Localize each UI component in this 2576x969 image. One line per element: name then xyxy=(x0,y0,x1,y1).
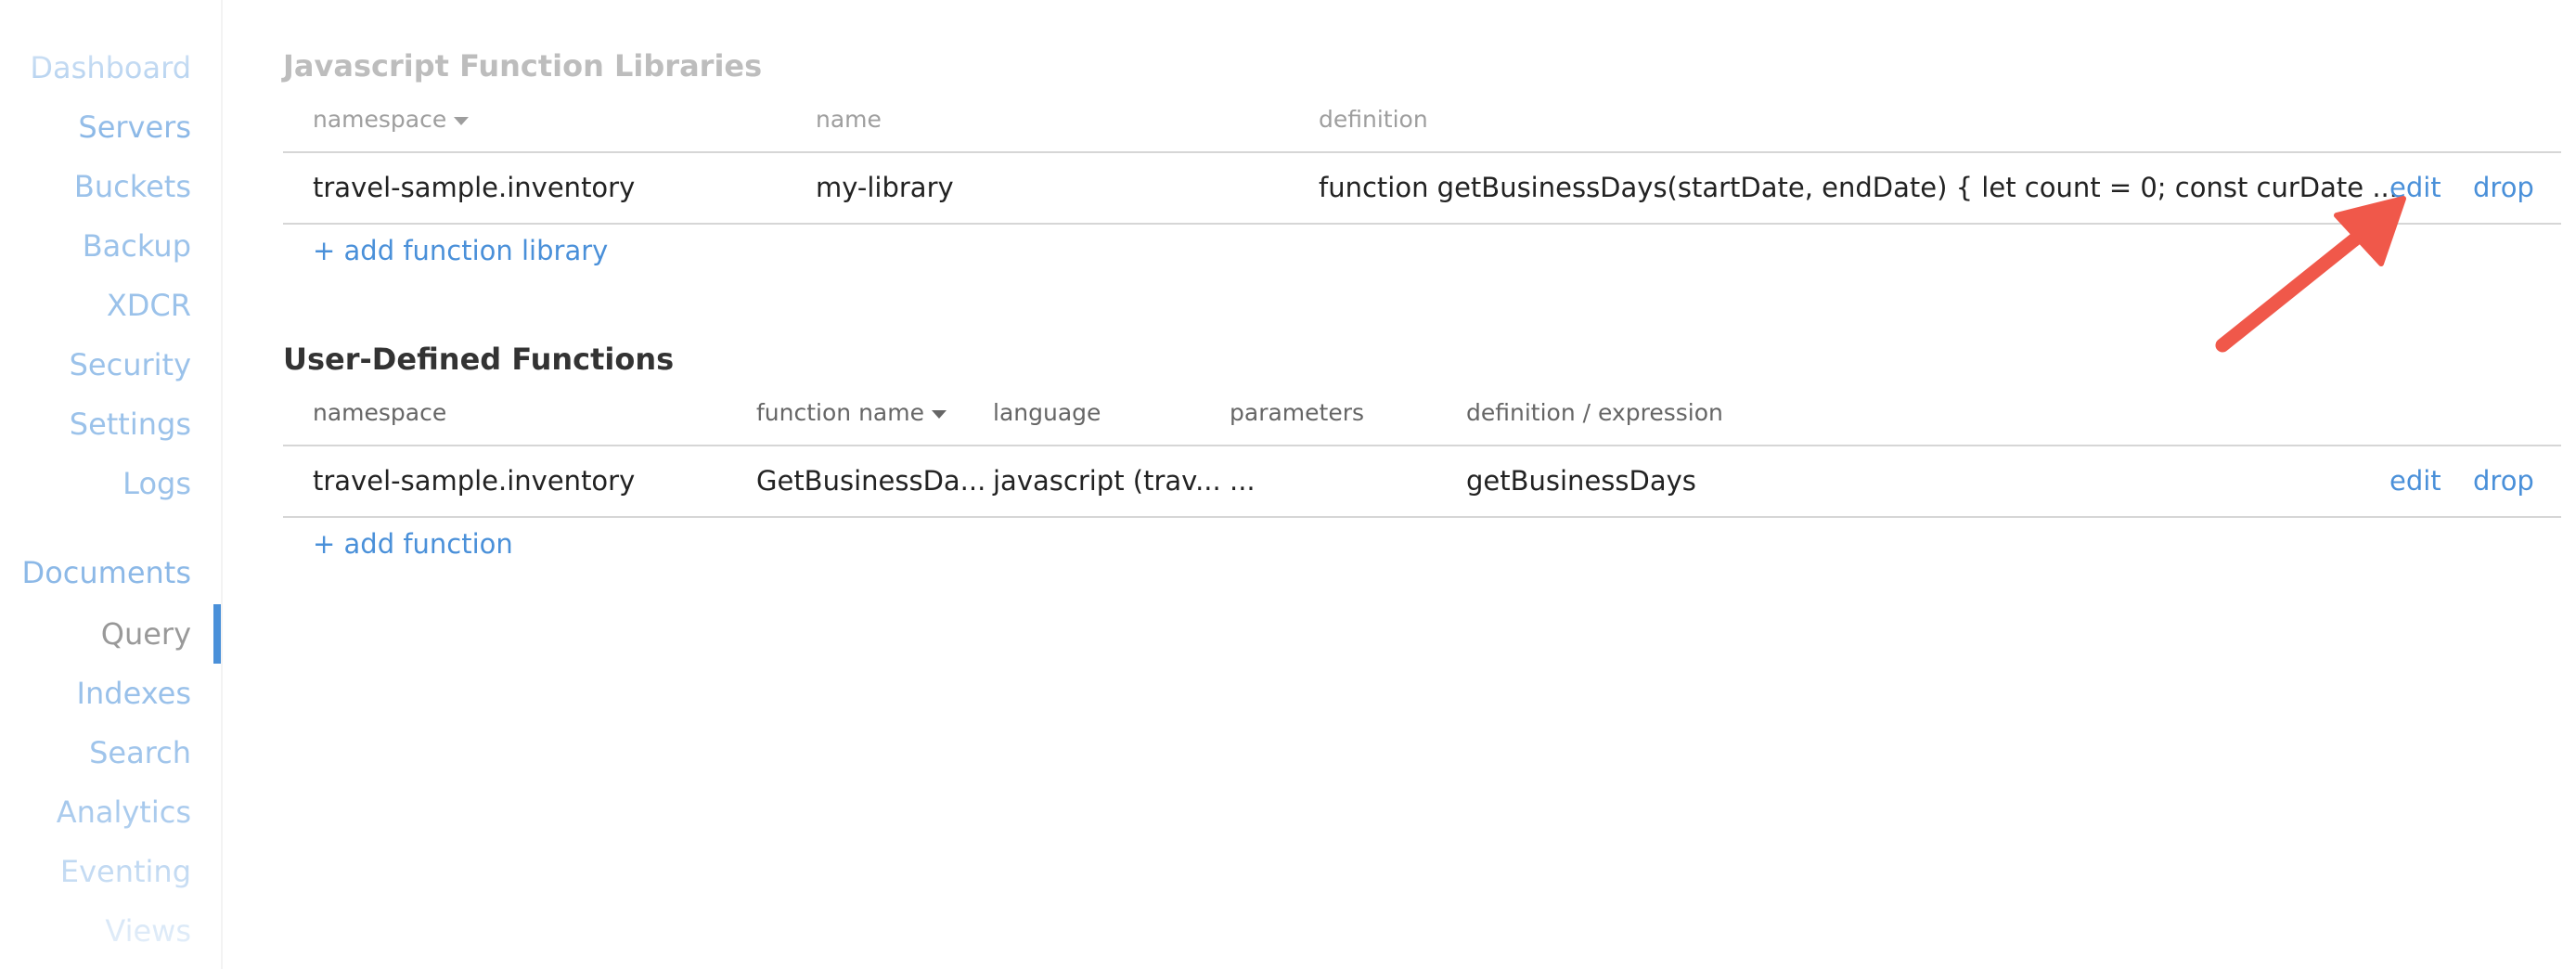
library-name: my-library xyxy=(816,172,954,203)
udf-parameters: ... xyxy=(1230,465,1256,497)
add-function-library-link[interactable]: + add function library xyxy=(313,235,608,266)
libraries-col-definition[interactable]: definition xyxy=(1319,106,1428,133)
edit-library-link[interactable]: edit xyxy=(2389,172,2441,203)
sidebar-item-indexes[interactable]: Indexes xyxy=(77,675,191,712)
sidebar-item-settings[interactable]: Settings xyxy=(70,406,191,443)
sidebar-item-views[interactable]: Views xyxy=(105,912,191,950)
library-namespace: travel-sample.inventory xyxy=(313,172,636,203)
drop-library-link[interactable]: drop xyxy=(2473,172,2534,203)
udf-col-parameters[interactable]: parameters xyxy=(1230,399,1364,426)
sidebar-item-xdcr[interactable]: XDCR xyxy=(107,287,191,324)
udf-function-name: GetBusinessDa... xyxy=(756,465,986,497)
divider xyxy=(283,516,2561,518)
library-definition: function getBusinessDays(startDate, endD… xyxy=(1319,172,2398,203)
edit-udf-link[interactable]: edit xyxy=(2389,465,2441,497)
query-workbench-page: Dashboard Servers Buckets Backup XDCR Se… xyxy=(0,0,2576,969)
sidebar-item-backup[interactable]: Backup xyxy=(83,227,191,265)
drop-udf-link[interactable]: drop xyxy=(2473,465,2534,497)
udf-title: User-Defined Functions xyxy=(283,342,675,377)
divider xyxy=(283,151,2561,153)
col-label: function name xyxy=(756,399,924,426)
udf-namespace: travel-sample.inventory xyxy=(313,465,636,497)
sidebar-item-dashboard[interactable]: Dashboard xyxy=(30,49,191,86)
libraries-title: Javascript Function Libraries xyxy=(283,48,763,84)
sort-caret-icon xyxy=(931,409,947,419)
sidebar-nav: Dashboard Servers Buckets Backup XDCR Se… xyxy=(0,0,223,969)
sidebar-item-logs[interactable]: Logs xyxy=(122,465,191,502)
divider xyxy=(283,223,2561,225)
sidebar-item-eventing[interactable]: Eventing xyxy=(60,853,191,890)
sidebar-item-documents[interactable]: Documents xyxy=(22,554,191,591)
sidebar-item-query[interactable]: Query xyxy=(101,615,191,652)
udf-col-definition[interactable]: definition / expression xyxy=(1466,399,1723,426)
divider xyxy=(283,445,2561,446)
udf-definition: getBusinessDays xyxy=(1466,465,1696,497)
col-label: namespace xyxy=(313,106,447,133)
udf-language: javascript (trav... xyxy=(993,465,1221,497)
udf-col-function-name[interactable]: function name xyxy=(756,399,947,426)
udf-col-language[interactable]: language xyxy=(993,399,1101,426)
sidebar-item-search[interactable]: Search xyxy=(89,734,191,771)
libraries-col-name[interactable]: name xyxy=(816,106,882,133)
sidebar-item-buckets[interactable]: Buckets xyxy=(74,168,191,205)
sort-caret-icon xyxy=(454,116,470,125)
sidebar-item-servers[interactable]: Servers xyxy=(78,109,191,146)
libraries-col-namespace[interactable]: namespace xyxy=(313,106,470,133)
add-function-link[interactable]: + add function xyxy=(313,528,513,560)
sidebar-item-analytics[interactable]: Analytics xyxy=(57,794,191,831)
udf-col-namespace[interactable]: namespace xyxy=(313,399,446,426)
sidebar-item-security[interactable]: Security xyxy=(70,346,191,383)
active-nav-indicator xyxy=(213,604,221,664)
